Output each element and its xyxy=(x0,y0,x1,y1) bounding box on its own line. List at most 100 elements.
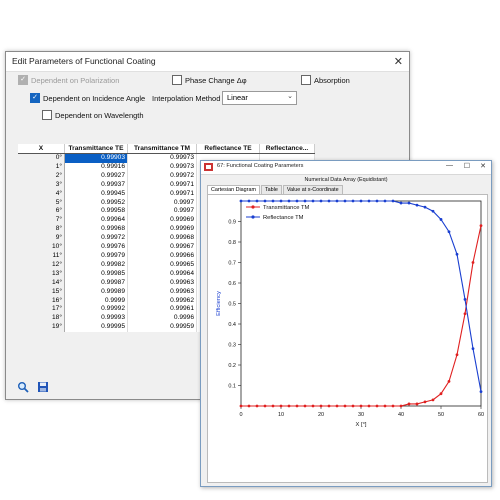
data-point xyxy=(399,201,403,205)
column-header-x[interactable]: X xyxy=(18,144,65,154)
data-point xyxy=(423,205,427,209)
cell-transmittance-te[interactable]: 0.99985 xyxy=(64,269,128,279)
data-point xyxy=(287,404,291,408)
cell-transmittance-tm[interactable]: 0.99973 xyxy=(127,162,197,172)
checkbox-icon[interactable] xyxy=(301,75,311,85)
cell-transmittance-te[interactable]: 0.99958 xyxy=(64,207,128,217)
cell-x[interactable]: 14° xyxy=(18,278,65,288)
cell-transmittance-tm[interactable]: 0.99965 xyxy=(127,260,197,270)
column-header-transmittance-tm[interactable]: Transmittance TM xyxy=(127,144,197,154)
wavelength-checkbox[interactable]: Dependent on Wavelength xyxy=(42,110,144,120)
cell-transmittance-tm[interactable]: 0.99961 xyxy=(127,305,197,315)
cell-x[interactable]: 12° xyxy=(18,260,65,270)
checkbox-icon[interactable] xyxy=(172,75,182,85)
data-point xyxy=(455,353,459,357)
cell-x[interactable]: 18° xyxy=(18,314,65,324)
maximize-icon[interactable]: ☐ xyxy=(464,162,470,170)
minimize-icon[interactable]: — xyxy=(446,162,453,169)
data-point xyxy=(319,199,323,203)
column-header-reflectance-te[interactable]: Reflectance TE xyxy=(196,144,260,154)
checkbox-icon[interactable] xyxy=(42,110,52,120)
cell-transmittance-te[interactable]: 0.99945 xyxy=(64,189,128,199)
cell-transmittance-te[interactable]: 0.99995 xyxy=(64,323,128,333)
cell-x[interactable]: 9° xyxy=(18,234,65,244)
cell-transmittance-tm[interactable]: 0.99971 xyxy=(127,180,197,190)
floppy-icon[interactable] xyxy=(36,380,49,393)
cell-transmittance-tm[interactable]: 0.99963 xyxy=(127,278,197,288)
column-header-reflectance-tm[interactable]: Reflectance... xyxy=(259,144,315,154)
cell-transmittance-tm[interactable]: 0.99973 xyxy=(127,153,197,163)
cell-transmittance-tm[interactable]: 0.99968 xyxy=(127,234,197,244)
cell-x[interactable]: 17° xyxy=(18,305,65,315)
cell-transmittance-te[interactable]: 0.9999 xyxy=(64,296,128,306)
column-header-transmittance-te[interactable]: Transmittance TE xyxy=(64,144,128,154)
cell-transmittance-te[interactable]: 0.99937 xyxy=(64,180,128,190)
close-icon[interactable]: ✕ xyxy=(394,55,403,68)
data-point xyxy=(415,402,419,406)
cell-x[interactable]: 15° xyxy=(18,287,65,297)
cell-x[interactable]: 3° xyxy=(18,180,65,190)
phase-change-checkbox[interactable]: Phase Change Δφ xyxy=(172,75,247,85)
cell-x[interactable]: 0° xyxy=(18,153,65,163)
cell-transmittance-tm[interactable]: 0.99963 xyxy=(127,287,197,297)
cell-transmittance-tm[interactable]: 0.9997 xyxy=(127,198,197,208)
tab-value-at-x[interactable]: Value at x-Coordinate xyxy=(282,185,343,194)
cell-x[interactable]: 1° xyxy=(18,162,65,172)
incidence-angle-label: Dependent on Incidence Angle xyxy=(43,93,146,103)
cell-transmittance-tm[interactable]: 0.99971 xyxy=(127,189,197,199)
data-point xyxy=(271,199,275,203)
cell-transmittance-te[interactable]: 0.99916 xyxy=(64,162,128,172)
y-tick-label: 0.4 xyxy=(228,322,236,328)
cell-transmittance-te[interactable]: 0.99927 xyxy=(64,171,128,181)
tab-table[interactable]: Table xyxy=(260,185,282,194)
cell-transmittance-tm[interactable]: 0.9996 xyxy=(127,314,197,324)
tab-cartesian-diagram[interactable]: Cartesian Diagram xyxy=(207,185,260,194)
checkbox-checked-icon[interactable]: ✓ xyxy=(30,93,40,103)
absorption-checkbox[interactable]: Absorption xyxy=(301,75,350,85)
interpolation-select[interactable]: Linear ⌄ xyxy=(222,91,297,105)
cell-transmittance-te[interactable]: 0.99968 xyxy=(64,225,128,235)
cell-transmittance-tm[interactable]: 0.99962 xyxy=(127,296,197,306)
cell-x[interactable]: 7° xyxy=(18,216,65,226)
cell-transmittance-tm[interactable]: 0.99966 xyxy=(127,251,197,261)
cell-transmittance-tm[interactable]: 0.99967 xyxy=(127,243,197,252)
data-point xyxy=(383,199,387,203)
cell-transmittance-te[interactable]: 0.99987 xyxy=(64,278,128,288)
cartesian-plot-pane[interactable]: 0 10 20 30 40 50 60 0.1 0.2 0.3 0.4 0.5 0.6 0.7 0.8 0.9… xyxy=(207,194,488,483)
cell-transmittance-tm[interactable]: 0.9997 xyxy=(127,207,197,217)
magnifier-icon[interactable] xyxy=(16,380,29,393)
cell-x[interactable]: 11° xyxy=(18,251,65,261)
data-point xyxy=(279,404,283,408)
cell-transmittance-te[interactable]: 0.99982 xyxy=(64,260,128,270)
cell-transmittance-te[interactable]: 0.99989 xyxy=(64,287,128,297)
cell-x[interactable]: 2° xyxy=(18,171,65,181)
cell-x[interactable]: 8° xyxy=(18,225,65,235)
efficiency-chart[interactable]: 0 10 20 30 40 50 60 0.1 0.2 0.3 0.4 0.5 0.6 0.7 0.8 0.9… xyxy=(208,195,487,482)
cell-transmittance-tm[interactable]: 0.99964 xyxy=(127,269,197,279)
cell-transmittance-te[interactable]: 0.99964 xyxy=(64,216,128,226)
cell-transmittance-te[interactable]: 0.99993 xyxy=(64,314,128,324)
incidence-angle-checkbox[interactable]: ✓ Dependent on Incidence Angle xyxy=(30,93,145,103)
cell-x[interactable]: 10° xyxy=(18,243,65,252)
x-tick-label: 30 xyxy=(358,412,364,418)
cell-x[interactable]: 13° xyxy=(18,269,65,279)
cell-transmittance-te[interactable]: 0.99976 xyxy=(64,243,128,252)
cell-transmittance-tm[interactable]: 0.99972 xyxy=(127,171,197,181)
chevron-down-icon[interactable]: ⌄ xyxy=(287,92,293,100)
cell-transmittance-tm[interactable]: 0.99969 xyxy=(127,216,197,226)
cell-x[interactable]: 6° xyxy=(18,207,65,217)
cell-transmittance-te[interactable]: 0.99903 xyxy=(64,153,128,163)
data-point xyxy=(367,404,371,408)
cell-transmittance-te[interactable]: 0.99952 xyxy=(64,198,128,208)
close-icon[interactable]: ✕ xyxy=(480,162,486,170)
cell-transmittance-te[interactable]: 0.99979 xyxy=(64,251,128,261)
y-axis-label: Efficiency xyxy=(216,291,222,316)
cell-x[interactable]: 19° xyxy=(18,323,65,333)
cell-transmittance-tm[interactable]: 0.99959 xyxy=(127,323,197,333)
data-point xyxy=(439,218,443,221)
cell-transmittance-tm[interactable]: 0.99969 xyxy=(127,225,197,235)
cell-x[interactable]: 4° xyxy=(18,189,65,199)
data-point xyxy=(399,404,403,408)
cell-transmittance-te[interactable]: 0.99972 xyxy=(64,234,128,244)
cell-transmittance-te[interactable]: 0.99992 xyxy=(64,305,128,315)
